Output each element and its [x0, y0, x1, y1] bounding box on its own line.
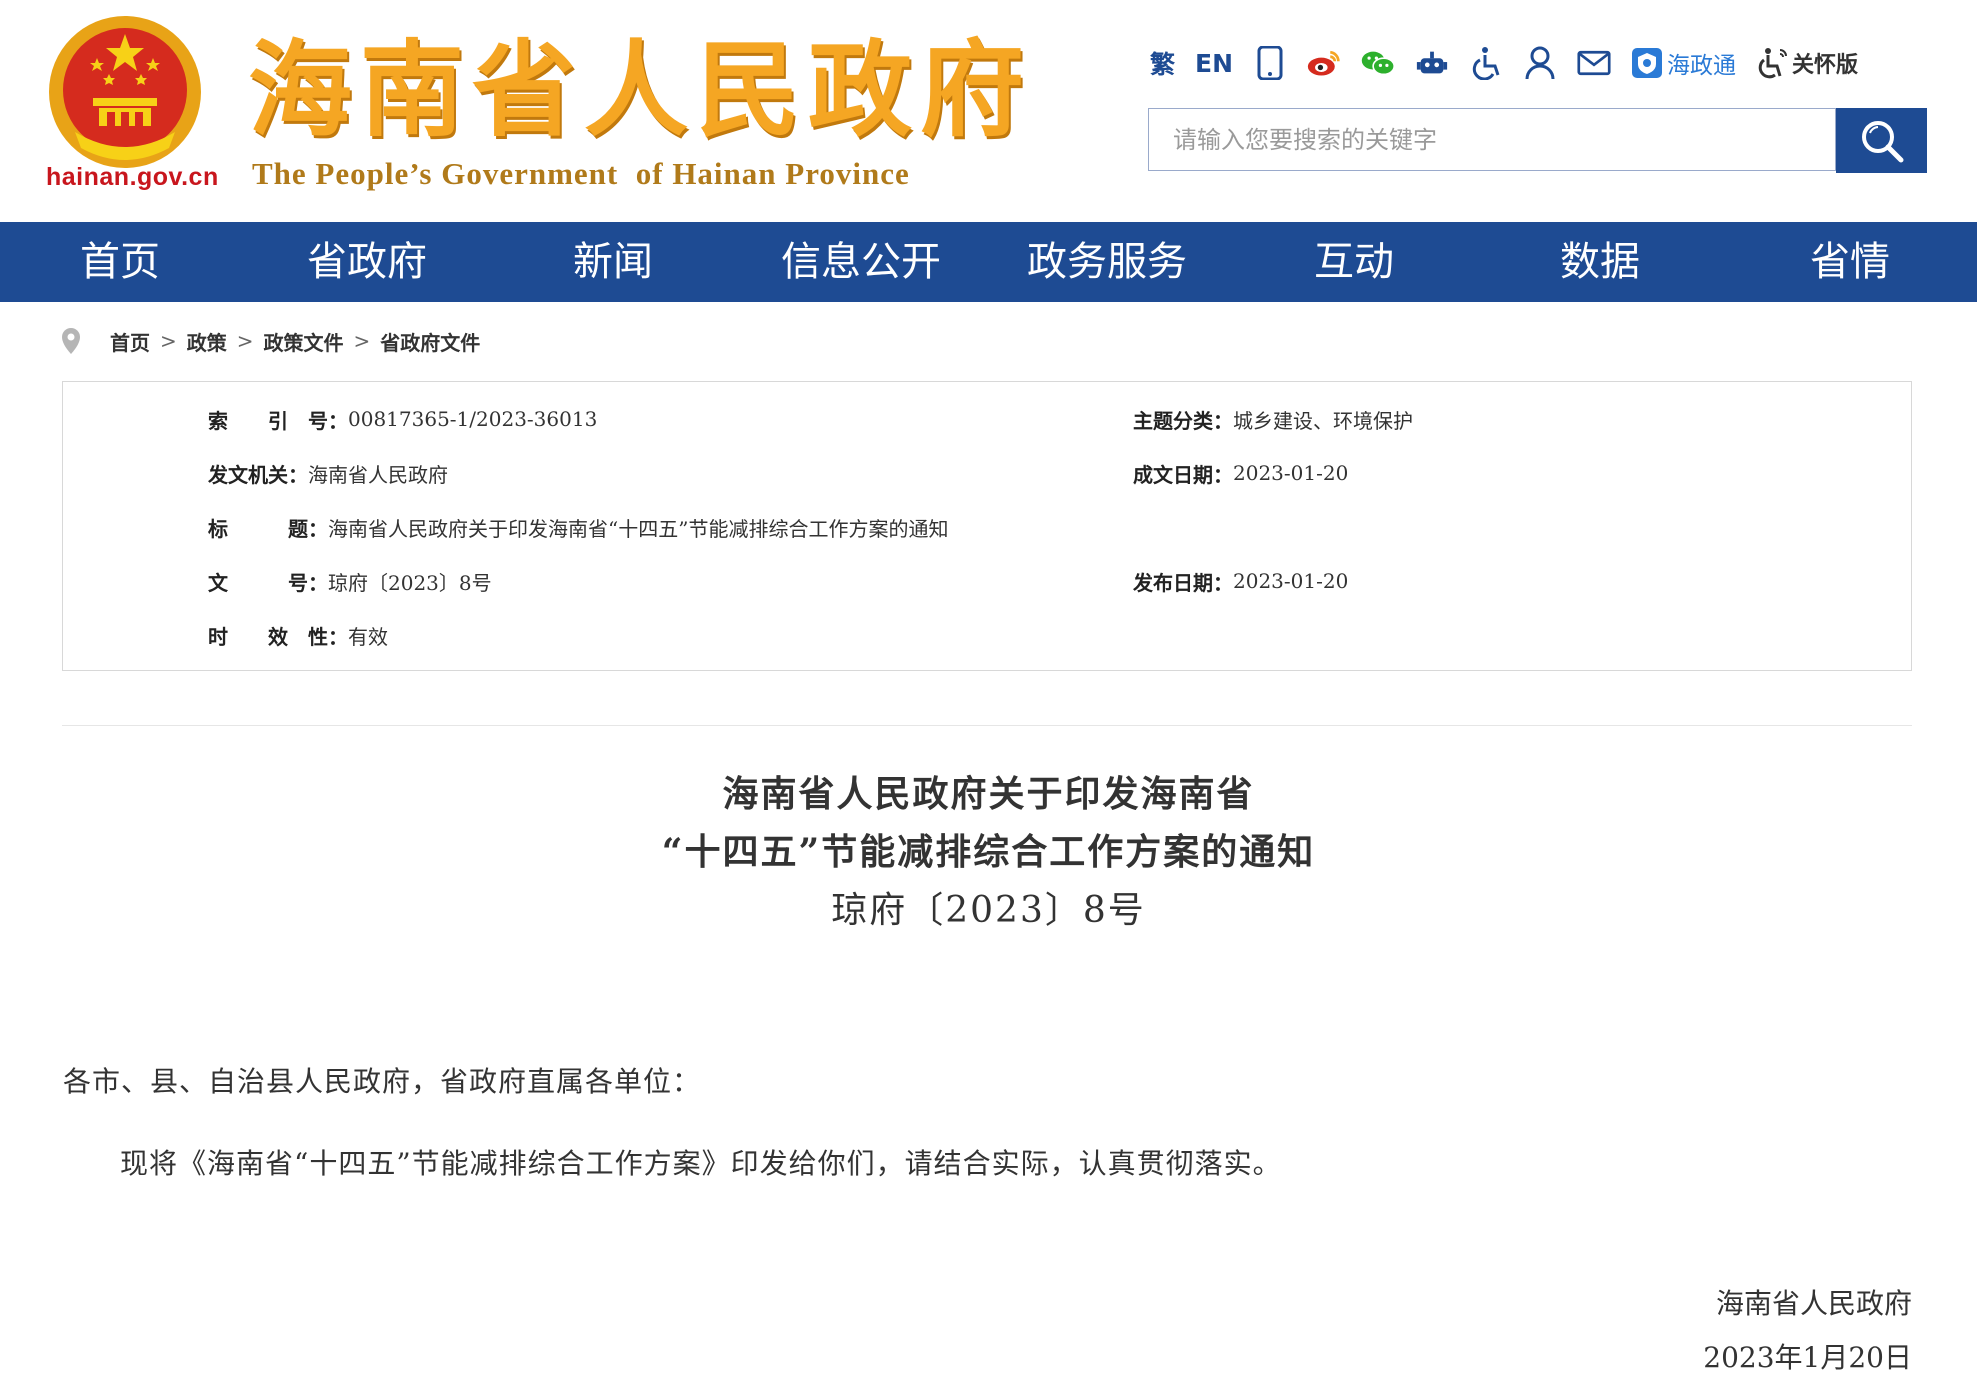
- location-pin-icon: [62, 328, 80, 354]
- national-emblem-icon[interactable]: [45, 12, 205, 172]
- document-metadata: 索 引 号： 00817365-1/2023-36013 主题分类： 城乡建设、…: [62, 381, 1912, 671]
- breadcrumb-provincial-documents[interactable]: 省政府文件: [380, 327, 480, 356]
- meta-document-number: 文 号： 琼府〔2023〕8号: [208, 566, 492, 596]
- meta-validity-label: 时 效 性：: [208, 624, 348, 649]
- nav-item-data[interactable]: 数据: [1559, 222, 1641, 302]
- robot-icon[interactable]: [1415, 46, 1449, 80]
- care-label: 关怀版: [1792, 53, 1859, 78]
- mail-icon[interactable]: [1577, 46, 1611, 80]
- meta-index: 索 引 号： 00817365-1/2023-36013: [208, 404, 597, 434]
- meta-document-number-label: 文 号：: [208, 570, 328, 595]
- hzt-label: 海政通: [1667, 53, 1737, 79]
- article-paragraph: 现将《海南省“十四五”节能减排综合工作方案》印发给你们，请结合实际，认真贯彻落实…: [120, 1147, 1282, 1180]
- site-subtitle: The People’s Government of Hainan Provin…: [252, 156, 910, 191]
- weibo-icon[interactable]: [1307, 46, 1341, 80]
- meta-written-date-label: 成文日期：: [1133, 462, 1233, 487]
- meta-issuer-label: 发文机关：: [208, 462, 308, 487]
- article-salutation: 各市、县、自治县人民政府，省政府直属各单位：: [63, 1065, 702, 1098]
- nav-item-government-services[interactable]: 政务服务: [1026, 222, 1188, 302]
- header-toolbar: 繁 EN 海政通 关怀版: [1150, 42, 1858, 84]
- search-input[interactable]: [1149, 109, 1835, 170]
- meta-published-date-label: 发布日期：: [1133, 570, 1233, 595]
- english-link[interactable]: EN: [1195, 49, 1233, 78]
- wechat-icon[interactable]: [1361, 46, 1396, 80]
- nav-item-provincial-government[interactable]: 省政府: [307, 222, 427, 302]
- mobile-icon[interactable]: [1253, 46, 1287, 80]
- meta-index-value: 00817365-1/2023-36013: [348, 407, 598, 431]
- meta-title: 标 题： 海南省人民政府关于印发海南省“十四五”节能减排综合工作方案的通知: [208, 512, 948, 542]
- search-icon: [1861, 120, 1903, 162]
- hzt-icon: [1632, 48, 1663, 78]
- care-icon: [1758, 48, 1788, 79]
- breadcrumb-separator: >: [160, 329, 177, 353]
- site-header: hainan.gov.cn 海南省人民政府 The People’s Gover…: [0, 0, 1977, 222]
- breadcrumb-separator: >: [353, 329, 371, 353]
- article-date: 2023年1月20日: [1703, 1341, 1912, 1374]
- nav-item-province-profile[interactable]: 省情: [1809, 222, 1891, 302]
- breadcrumb-home[interactable]: 首页: [110, 327, 150, 356]
- article-document-number: 琼府〔2023〕8号: [831, 890, 1146, 931]
- meta-topic-label: 主题分类：: [1133, 408, 1233, 433]
- search-box: [1148, 108, 1836, 171]
- meta-topic: 主题分类： 城乡建设、环境保护: [1133, 404, 1413, 434]
- care-version-link[interactable]: 关怀版: [1756, 46, 1858, 80]
- traditional-chinese-link[interactable]: 繁: [1150, 45, 1175, 81]
- main-nav: 首页 省政府 新闻 信息公开 政务服务 互动 数据 省情: [0, 222, 1977, 302]
- breadcrumb: 首页 > 政策 > 政策文件 > 省政府文件: [60, 325, 480, 357]
- content-divider: [62, 725, 1912, 726]
- breadcrumb-policy-documents[interactable]: 政策文件: [264, 327, 344, 356]
- hzt-link[interactable]: 海政通: [1631, 46, 1736, 80]
- meta-published-date: 发布日期： 2023-01-20: [1133, 566, 1348, 596]
- site-domain: hainan.gov.cn: [46, 163, 219, 191]
- meta-validity: 时 效 性： 有效: [208, 620, 388, 650]
- article-signature: 海南省人民政府: [1715, 1287, 1912, 1320]
- meta-document-number-value: 琼府〔2023〕8号: [328, 570, 492, 595]
- accessibility-icon[interactable]: [1469, 46, 1503, 80]
- site-title[interactable]: 海南省人民政府: [248, 30, 1032, 150]
- nav-item-home[interactable]: 首页: [80, 222, 160, 302]
- search-button[interactable]: [1836, 108, 1927, 173]
- meta-validity-value: 有效: [348, 624, 388, 649]
- meta-issuer: 发文机关： 海南省人民政府: [208, 458, 448, 488]
- breadcrumb-policy[interactable]: 政策: [187, 327, 227, 356]
- meta-title-value: 海南省人民政府关于印发海南省“十四五”节能减排综合工作方案的通知: [328, 516, 949, 541]
- nav-item-interaction[interactable]: 互动: [1313, 222, 1395, 302]
- meta-index-label: 索 引 号：: [208, 408, 348, 433]
- meta-written-date: 成文日期： 2023-01-20: [1133, 458, 1348, 488]
- nav-item-information-disclosure[interactable]: 信息公开: [780, 222, 942, 302]
- meta-topic-value: 城乡建设、环境保护: [1233, 408, 1413, 433]
- user-icon[interactable]: [1523, 46, 1557, 80]
- breadcrumb-separator: >: [236, 329, 254, 353]
- article-title-line-1: 海南省人民政府关于印发海南省: [722, 773, 1255, 815]
- meta-issuer-value: 海南省人民政府: [308, 462, 448, 487]
- article-title-line-2: “十四五”节能减排综合工作方案的通知: [661, 831, 1316, 873]
- meta-published-date-value: 2023-01-20: [1233, 569, 1349, 593]
- meta-title-label: 标 题：: [208, 516, 328, 541]
- meta-written-date-value: 2023-01-20: [1233, 461, 1349, 485]
- nav-item-news[interactable]: 新闻: [572, 222, 654, 302]
